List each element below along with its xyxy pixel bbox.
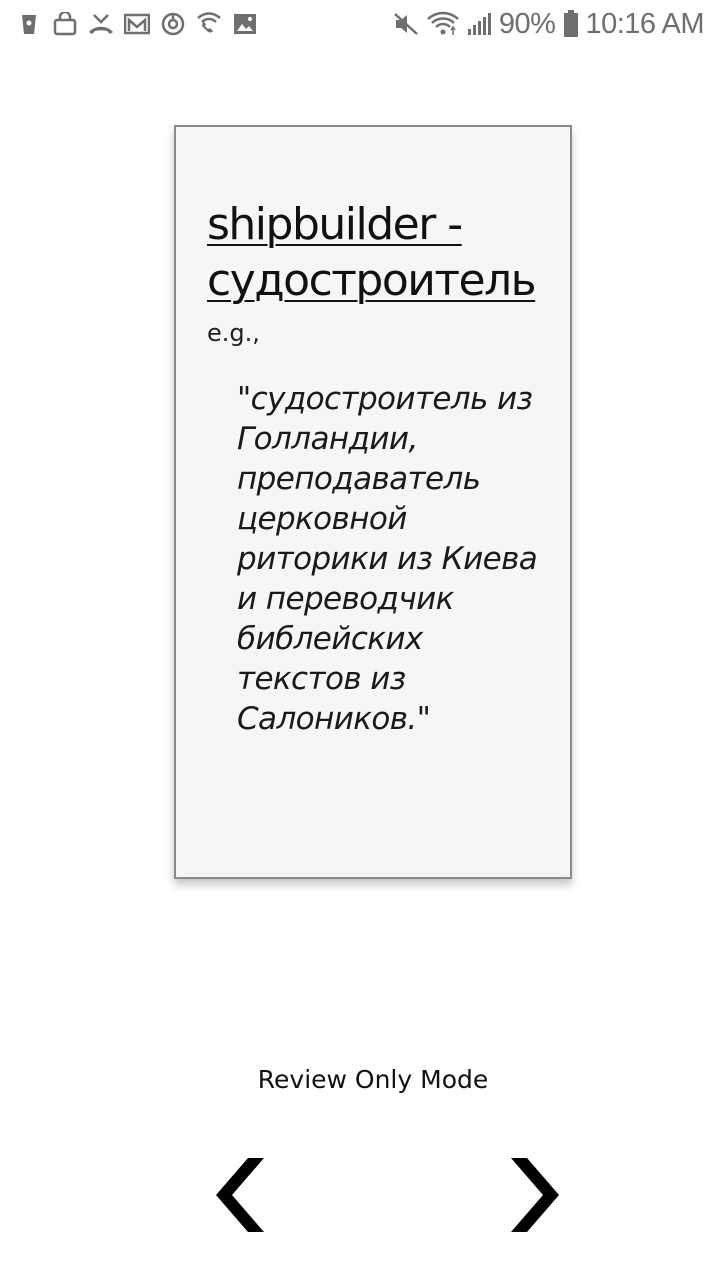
wifi-icon bbox=[427, 11, 459, 37]
mute-icon bbox=[393, 11, 419, 37]
signal-icon bbox=[467, 11, 493, 37]
previous-card-button[interactable] bbox=[205, 1152, 275, 1242]
card-term: shipbuilder - судостроитель bbox=[207, 199, 537, 306]
battery-percent: 90% bbox=[498, 7, 556, 40]
next-card-button[interactable] bbox=[500, 1152, 570, 1242]
notification-icons bbox=[16, 11, 268, 37]
example-intro: e.g., bbox=[207, 319, 260, 347]
system-status: 90% 10:16 AM bbox=[385, 8, 704, 41]
image-icon bbox=[232, 11, 258, 37]
gmail-icon bbox=[124, 11, 150, 37]
wifi-calling-icon bbox=[196, 11, 222, 37]
battery-icon bbox=[563, 10, 579, 37]
chevron-left-icon bbox=[214, 1157, 266, 1237]
sync-circle-icon bbox=[160, 11, 186, 37]
shopping-bag-icon bbox=[52, 11, 78, 37]
clock-time: 10:16 AM bbox=[585, 7, 704, 40]
example-sentence: "судостроитель из Голландии, преподавате… bbox=[237, 381, 538, 737]
chevron-right-icon bbox=[509, 1157, 561, 1237]
coffee-cup-icon bbox=[16, 11, 42, 37]
status-bar: 90% 10:16 AM bbox=[0, 0, 720, 48]
missed-call-icon bbox=[88, 11, 114, 37]
flashcard[interactable]: shipbuilder - судостроитель e.g., "судос… bbox=[174, 125, 572, 879]
review-mode-label: Review Only Mode bbox=[257, 1065, 489, 1094]
